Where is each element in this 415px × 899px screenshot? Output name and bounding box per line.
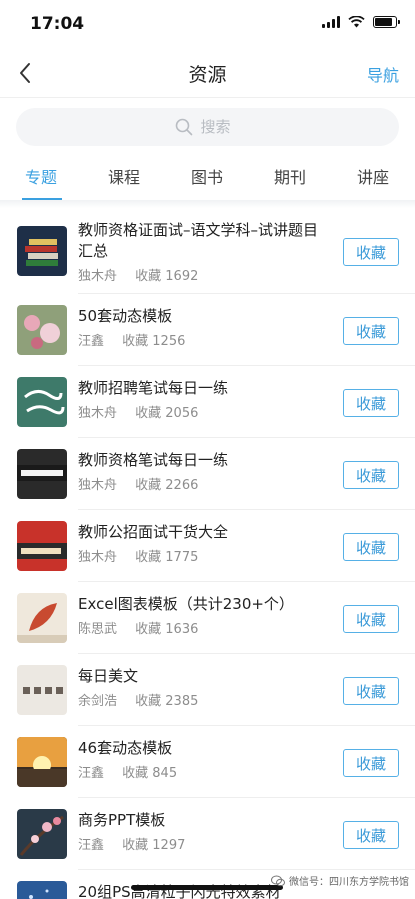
list-item[interactable]: 教师资格笔试每日一练 独木舟 收藏 2266 收藏 (0, 438, 415, 510)
item-author: 独木舟 (78, 550, 118, 565)
item-title: 50套动态模板 (78, 307, 173, 325)
favorite-button[interactable]: 收藏 (343, 605, 399, 633)
item-fav-count: 收藏 1775 (135, 550, 199, 565)
favorite-button[interactable]: 收藏 (343, 533, 399, 561)
item-title: 教师资格证面试–语文学科–试讲题目汇总 (78, 221, 319, 260)
item-author: 汪鑫 (78, 334, 105, 349)
list-item[interactable]: 教师公招面试干货大全 独木舟 收藏 1775 收藏 (0, 510, 415, 582)
tab-books[interactable]: 图书 (191, 164, 223, 188)
tab-journals[interactable]: 期刊 (274, 164, 306, 188)
wifi-icon (348, 16, 365, 28)
sunset-icon (17, 737, 67, 787)
item-author: 汪鑫 (78, 838, 105, 853)
item-title: 46套动态模板 (78, 739, 173, 757)
item-author: 陈思武 (78, 622, 118, 637)
list-item[interactable]: 商务PPT模板 汪鑫 收藏 1297 收藏 (0, 798, 415, 870)
home-indicator (131, 885, 283, 890)
item-fav-count: 收藏 2266 (135, 478, 199, 493)
books-icon (17, 226, 67, 276)
resource-list: 教师资格证面试–语文学科–试讲题目汇总 独木舟 收藏 1692 收藏 50套动态… (0, 208, 415, 899)
wechat-icon (271, 875, 285, 886)
item-meta: 独木舟 收藏 2056 (78, 402, 328, 421)
particles-icon (17, 881, 67, 899)
list-item[interactable]: 教师资格证面试–语文学科–试讲题目汇总 独木舟 收藏 1692 收藏 (0, 208, 415, 294)
status-icons (322, 16, 400, 28)
tab-lectures[interactable]: 讲座 (357, 164, 389, 188)
status-time: 17:04 (30, 14, 85, 34)
status-bar: 17:04 (0, 0, 415, 48)
item-title: 每日美文 (78, 667, 139, 685)
item-meta: 独木舟 收藏 2266 (78, 474, 328, 493)
item-meta: 汪鑫 收藏 845 (78, 762, 328, 781)
item-title: 商务PPT模板 (78, 811, 166, 829)
calligraphy-icon (17, 665, 67, 715)
watermark: 微信号：四川东方学院书馆 (271, 873, 409, 888)
tab-courses[interactable]: 课程 (108, 164, 140, 188)
divider (0, 200, 415, 208)
search-input[interactable] (200, 118, 241, 136)
item-fav-count: 收藏 1297 (122, 838, 186, 853)
chalkboard-icon (17, 377, 67, 427)
item-author: 汪鑫 (78, 766, 105, 781)
flowers-icon (17, 305, 67, 355)
search-icon (175, 118, 192, 136)
item-author: 独木舟 (78, 478, 118, 493)
list-item[interactable]: 每日美文 余剑浩 收藏 2385 收藏 (0, 654, 415, 726)
list-item[interactable]: 50套动态模板 汪鑫 收藏 1256 收藏 (0, 294, 415, 366)
item-meta: 独木舟 收藏 1775 (78, 546, 328, 565)
favorite-button[interactable]: 收藏 (343, 677, 399, 705)
search-bar[interactable] (16, 108, 399, 146)
favorite-button[interactable]: 收藏 (343, 317, 399, 345)
tab-bar: 专题 课程 图书 期刊 讲座 (0, 156, 415, 200)
item-title: Excel图表模板（共计230+个） (78, 595, 294, 613)
certificate-icon (17, 449, 67, 499)
favorite-button[interactable]: 收藏 (343, 749, 399, 777)
favorite-button[interactable]: 收藏 (343, 821, 399, 849)
item-author: 余剑浩 (78, 694, 118, 709)
tab-topics[interactable]: 专题 (25, 164, 57, 188)
item-fav-count: 收藏 1692 (135, 269, 199, 284)
page-title: 资源 (188, 64, 227, 86)
item-title: 教师资格笔试每日一练 (78, 451, 229, 469)
item-meta: 独木舟 收藏 1692 (78, 265, 328, 284)
item-author: 独木舟 (78, 269, 118, 284)
list-item[interactable]: 教师招聘笔试每日一练 独木舟 收藏 2056 收藏 (0, 366, 415, 438)
item-fav-count: 收藏 2385 (135, 694, 199, 709)
list-item[interactable]: 46套动态模板 汪鑫 收藏 845 收藏 (0, 726, 415, 798)
list-item[interactable]: Excel图表模板（共计230+个） 陈思武 收藏 1636 收藏 (0, 582, 415, 654)
item-fav-count: 收藏 2056 (135, 406, 199, 421)
item-meta: 汪鑫 收藏 1297 (78, 834, 328, 853)
nav-bar: 资源 导航 (0, 48, 415, 98)
item-fav-count: 收藏 845 (122, 766, 178, 781)
item-meta: 余剑浩 收藏 2385 (78, 690, 328, 709)
nav-link-guide[interactable]: 导航 (367, 62, 399, 86)
item-author: 独木舟 (78, 406, 118, 421)
item-fav-count: 收藏 1256 (122, 334, 186, 349)
favorite-button[interactable]: 收藏 (343, 238, 399, 266)
watermark-text: 微信号：四川东方学院书馆 (289, 877, 409, 888)
favorite-button[interactable]: 收藏 (343, 389, 399, 417)
item-fav-count: 收藏 1636 (135, 622, 199, 637)
item-title: 教师公招面试干货大全 (78, 523, 229, 541)
battery-icon (373, 16, 400, 28)
item-title: 教师招聘笔试每日一练 (78, 379, 229, 397)
leaf-icon (17, 593, 67, 643)
item-meta: 汪鑫 收藏 1256 (78, 330, 328, 349)
signal-icon (322, 16, 340, 28)
item-meta: 陈思武 收藏 1636 (78, 618, 328, 637)
favorite-button[interactable]: 收藏 (343, 461, 399, 489)
poster-icon (17, 521, 67, 571)
blossom-icon (17, 809, 67, 859)
